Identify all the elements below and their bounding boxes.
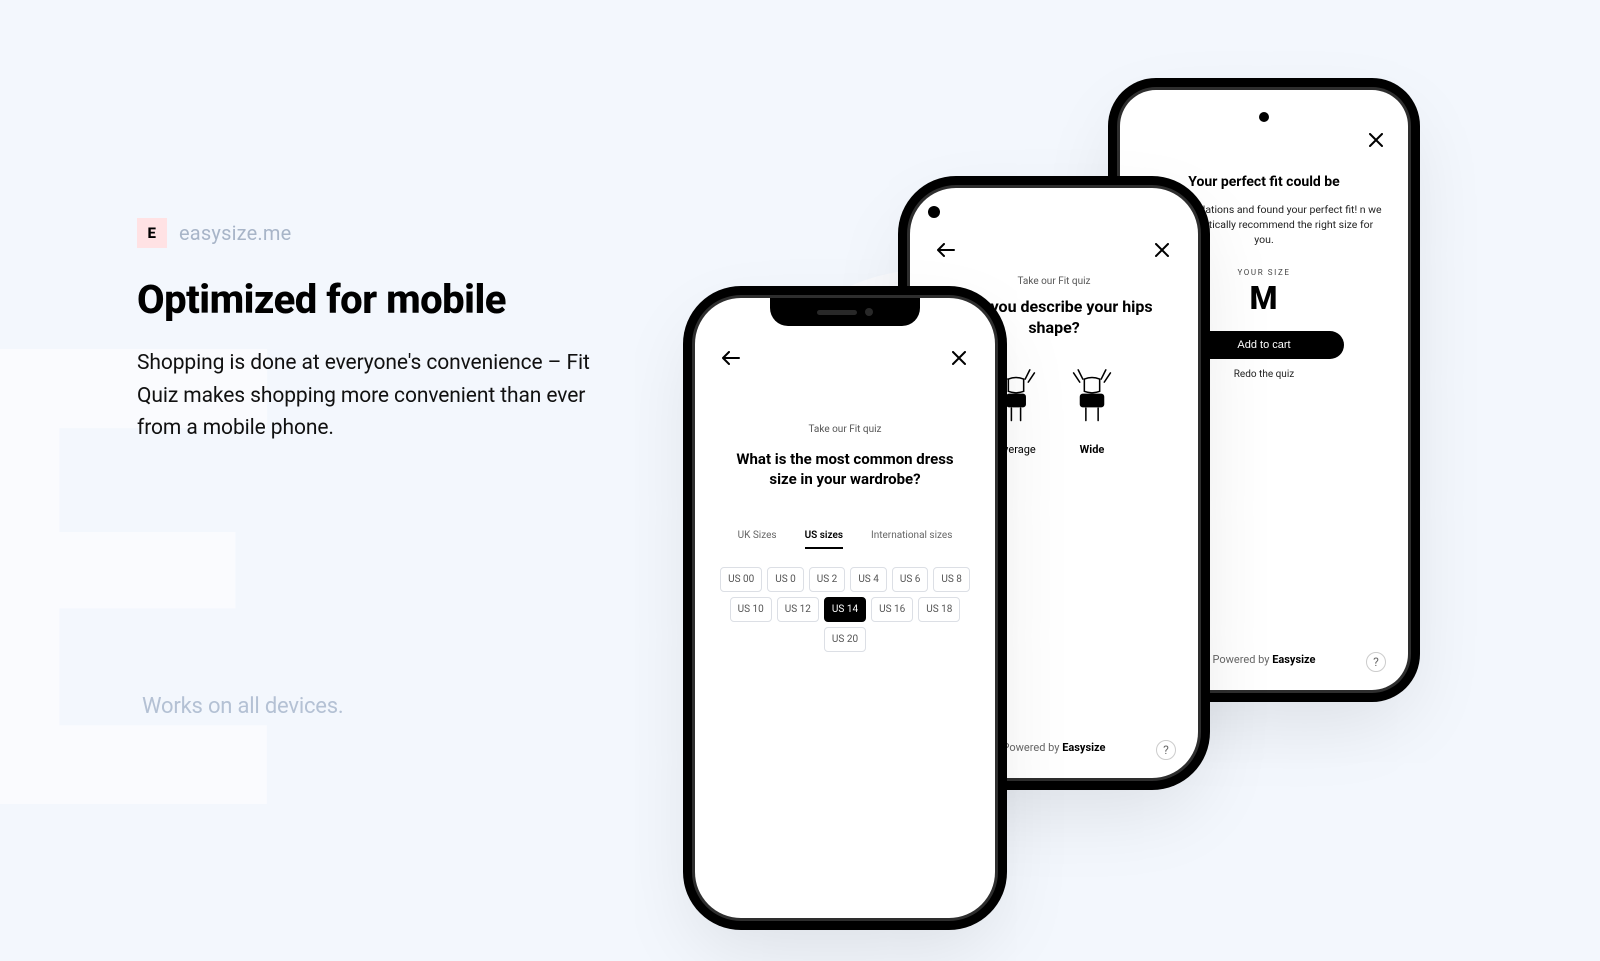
hips-shape-label: Average — [993, 443, 1039, 456]
marketing-copy: E easysize.me Optimized for mobile Shopp… — [137, 218, 657, 445]
size-chip-grid: US 00US 0US 2US 4US 6US 8 US 10US 12US 14… — [717, 567, 973, 652]
size-chip[interactable]: US 14 — [824, 597, 866, 622]
phone-notch-icon — [770, 298, 920, 326]
size-chip[interactable]: US 10 — [730, 597, 772, 622]
size-chip[interactable]: US 20 — [824, 627, 866, 652]
size-chip[interactable]: US 0 — [767, 567, 804, 592]
camera-hole-icon — [928, 206, 940, 218]
hips-shape-option[interactable]: Wide — [1069, 367, 1115, 456]
close-icon[interactable] — [1148, 236, 1176, 264]
tab-size-system[interactable]: US sizes — [805, 530, 843, 549]
size-chip[interactable]: US 6 — [892, 567, 929, 592]
quiz-question: What is the most common dress size in yo… — [717, 449, 973, 490]
size-chip[interactable]: US 18 — [918, 597, 960, 622]
quiz-eyebrow: Take our Fit quiz — [930, 276, 1178, 287]
size-system-tabs: UK Sizes US sizes International sizes — [717, 530, 973, 549]
close-icon[interactable] — [945, 344, 973, 372]
hips-shape-label: Wide — [1069, 443, 1115, 456]
hips-shape-option[interactable]: Average — [993, 367, 1039, 456]
phone-size-question: Take our Fit quiz What is the most commo… — [695, 298, 995, 918]
help-icon[interactable]: ? — [1366, 652, 1386, 672]
add-to-cart-button[interactable]: Add to cart — [1184, 331, 1344, 359]
size-chip[interactable]: US 4 — [850, 567, 887, 592]
brand-name: easysize.me — [179, 221, 291, 245]
sub-note: Works on all devices. — [142, 694, 344, 719]
tab-size-system[interactable]: International sizes — [871, 530, 952, 549]
page-body: Shopping is done at everyone's convenien… — [137, 347, 607, 445]
brand-badge: E — [137, 218, 167, 248]
size-chip[interactable]: US 16 — [871, 597, 913, 622]
size-chip[interactable]: US 12 — [777, 597, 819, 622]
size-chip[interactable]: US 8 — [933, 567, 970, 592]
back-icon[interactable] — [717, 344, 745, 372]
size-chip[interactable]: US 00 — [720, 567, 762, 592]
page-headline: Optimized for mobile — [137, 276, 657, 323]
quiz-eyebrow: Take our Fit quiz — [717, 424, 973, 435]
size-chip[interactable]: US 2 — [809, 567, 846, 592]
help-icon[interactable]: ? — [1156, 740, 1176, 760]
camera-hole-icon — [1259, 112, 1269, 122]
result-title: Your perfect fit could be — [1140, 174, 1388, 190]
tab-size-system[interactable]: UK Sizes — [738, 530, 777, 549]
back-icon[interactable] — [932, 236, 960, 264]
brand-row: E easysize.me — [137, 218, 657, 248]
